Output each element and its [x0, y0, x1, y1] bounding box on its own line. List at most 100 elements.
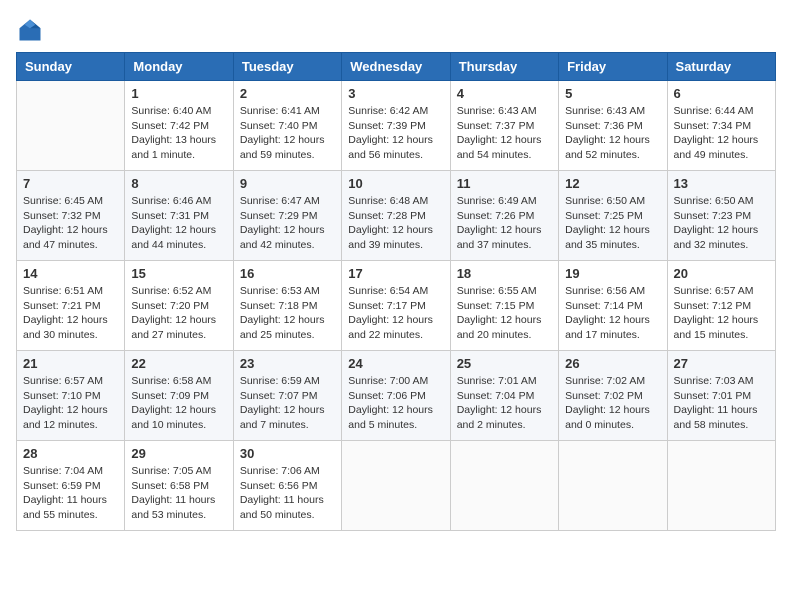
day-info: Sunrise: 6:59 AM Sunset: 7:07 PM Dayligh… [240, 374, 335, 433]
page-header [16, 16, 776, 44]
calendar-cell: 1 Sunrise: 6:40 AM Sunset: 7:42 PM Daylig… [125, 81, 233, 171]
day-info: Sunrise: 6:58 AM Sunset: 7:09 PM Dayligh… [131, 374, 226, 433]
calendar-cell: 28 Sunrise: 7:04 AM Sunset: 6:59 PM Dayli… [17, 441, 125, 531]
week-row-2: 7 Sunrise: 6:45 AM Sunset: 7:32 PM Daylig… [17, 171, 776, 261]
day-number: 21 [23, 356, 118, 371]
calendar-cell: 8Sunrise: 6:46 AM Sunset: 7:31 PM Daylig… [125, 171, 233, 261]
calendar-cell: 2 Sunrise: 6:41 AM Sunset: 7:40 PM Daylig… [233, 81, 341, 171]
calendar-cell [450, 441, 558, 531]
calendar-cell: 4 Sunrise: 6:43 AM Sunset: 7:37 PM Daylig… [450, 81, 558, 171]
weekday-header-monday: Monday [125, 53, 233, 81]
day-number: 18 [457, 266, 552, 281]
calendar-cell: 3 Sunrise: 6:42 AM Sunset: 7:39 PM Daylig… [342, 81, 450, 171]
day-info: Sunrise: 7:04 AM Sunset: 6:59 PM Dayligh… [23, 464, 118, 523]
day-number: 7 [23, 176, 118, 191]
week-row-1: 1 Sunrise: 6:40 AM Sunset: 7:42 PM Daylig… [17, 81, 776, 171]
day-number: 2 [240, 86, 335, 101]
day-number: 3 [348, 86, 443, 101]
day-number: 6 [674, 86, 769, 101]
day-number: 15 [131, 266, 226, 281]
calendar-cell: 12Sunrise: 6:50 AM Sunset: 7:25 PM Dayli… [559, 171, 667, 261]
day-number: 17 [348, 266, 443, 281]
calendar-cell [342, 441, 450, 531]
day-number: 29 [131, 446, 226, 461]
calendar-cell: 11 Sunrise: 6:49 AM Sunset: 7:26 PM Dayli… [450, 171, 558, 261]
day-number: 10 [348, 176, 443, 191]
day-number: 22 [131, 356, 226, 371]
day-number: 1 [131, 86, 226, 101]
day-number: 24 [348, 356, 443, 371]
day-info: Sunrise: 7:02 AM Sunset: 7:02 PM Dayligh… [565, 374, 660, 433]
calendar-cell: 24 Sunrise: 7:00 AM Sunset: 7:06 PM Dayli… [342, 351, 450, 441]
calendar-cell: 7 Sunrise: 6:45 AM Sunset: 7:32 PM Daylig… [17, 171, 125, 261]
calendar-cell: 13 Sunrise: 6:50 AM Sunset: 7:23 PM Dayli… [667, 171, 775, 261]
week-row-5: 28 Sunrise: 7:04 AM Sunset: 6:59 PM Dayli… [17, 441, 776, 531]
day-number: 4 [457, 86, 552, 101]
calendar-cell: 21 Sunrise: 6:57 AM Sunset: 7:10 PM Dayli… [17, 351, 125, 441]
day-number: 25 [457, 356, 552, 371]
day-number: 11 [457, 176, 552, 191]
day-info: Sunrise: 7:01 AM Sunset: 7:04 PM Dayligh… [457, 374, 552, 433]
day-number: 20 [674, 266, 769, 281]
day-number: 8 [131, 176, 226, 191]
logo-icon [16, 16, 44, 44]
day-number: 28 [23, 446, 118, 461]
calendar-cell: 18 Sunrise: 6:55 AM Sunset: 7:15 PM Dayli… [450, 261, 558, 351]
day-number: 19 [565, 266, 660, 281]
day-info: Sunrise: 6:42 AM Sunset: 7:39 PM Dayligh… [348, 104, 443, 163]
day-info: Sunrise: 6:56 AM Sunset: 7:14 PM Dayligh… [565, 284, 660, 343]
calendar-cell: 19 Sunrise: 6:56 AM Sunset: 7:14 PM Dayli… [559, 261, 667, 351]
week-row-4: 21 Sunrise: 6:57 AM Sunset: 7:10 PM Dayli… [17, 351, 776, 441]
calendar-cell: 23 Sunrise: 6:59 AM Sunset: 7:07 PM Dayli… [233, 351, 341, 441]
day-info: Sunrise: 6:54 AM Sunset: 7:17 PM Dayligh… [348, 284, 443, 343]
day-number: 27 [674, 356, 769, 371]
day-info: Sunrise: 6:52 AM Sunset: 7:20 PM Dayligh… [131, 284, 226, 343]
day-info: Sunrise: 6:43 AM Sunset: 7:36 PM Dayligh… [565, 104, 660, 163]
day-info: Sunrise: 6:44 AM Sunset: 7:34 PM Dayligh… [674, 104, 769, 163]
weekday-header-friday: Friday [559, 53, 667, 81]
day-info: Sunrise: 6:49 AM Sunset: 7:26 PM Dayligh… [457, 194, 552, 253]
calendar-cell: 10 Sunrise: 6:48 AM Sunset: 7:28 PM Dayli… [342, 171, 450, 261]
day-number: 16 [240, 266, 335, 281]
day-info: Sunrise: 6:50 AM Sunset: 7:23 PM Dayligh… [674, 194, 769, 253]
day-info: Sunrise: 6:51 AM Sunset: 7:21 PM Dayligh… [23, 284, 118, 343]
weekday-header-row: SundayMondayTuesdayWednesdayThursdayFrid… [17, 53, 776, 81]
day-info: Sunrise: 6:57 AM Sunset: 7:10 PM Dayligh… [23, 374, 118, 433]
day-number: 13 [674, 176, 769, 191]
day-info: Sunrise: 6:48 AM Sunset: 7:28 PM Dayligh… [348, 194, 443, 253]
day-info: Sunrise: 6:57 AM Sunset: 7:12 PM Dayligh… [674, 284, 769, 343]
day-info: Sunrise: 6:43 AM Sunset: 7:37 PM Dayligh… [457, 104, 552, 163]
calendar-cell: 27 Sunrise: 7:03 AM Sunset: 7:01 PM Dayli… [667, 351, 775, 441]
day-info: Sunrise: 7:05 AM Sunset: 6:58 PM Dayligh… [131, 464, 226, 523]
logo [16, 16, 46, 44]
week-row-3: 14 Sunrise: 6:51 AM Sunset: 7:21 PM Dayli… [17, 261, 776, 351]
calendar-table: SundayMondayTuesdayWednesdayThursdayFrid… [16, 52, 776, 531]
calendar-cell: 17 Sunrise: 6:54 AM Sunset: 7:17 PM Dayli… [342, 261, 450, 351]
day-number: 30 [240, 446, 335, 461]
day-info: Sunrise: 7:00 AM Sunset: 7:06 PM Dayligh… [348, 374, 443, 433]
weekday-header-tuesday: Tuesday [233, 53, 341, 81]
day-number: 23 [240, 356, 335, 371]
day-info: Sunrise: 7:03 AM Sunset: 7:01 PM Dayligh… [674, 374, 769, 433]
day-info: Sunrise: 6:53 AM Sunset: 7:18 PM Dayligh… [240, 284, 335, 343]
day-number: 26 [565, 356, 660, 371]
calendar-cell: 29 Sunrise: 7:05 AM Sunset: 6:58 PM Dayli… [125, 441, 233, 531]
calendar-cell: 15 Sunrise: 6:52 AM Sunset: 7:20 PM Dayli… [125, 261, 233, 351]
day-number: 9 [240, 176, 335, 191]
calendar-cell: 20 Sunrise: 6:57 AM Sunset: 7:12 PM Dayli… [667, 261, 775, 351]
calendar-cell: 5 Sunrise: 6:43 AM Sunset: 7:36 PM Daylig… [559, 81, 667, 171]
calendar-cell: 22 Sunrise: 6:58 AM Sunset: 7:09 PM Dayli… [125, 351, 233, 441]
calendar-cell: 25 Sunrise: 7:01 AM Sunset: 7:04 PM Dayli… [450, 351, 558, 441]
calendar-cell [17, 81, 125, 171]
weekday-header-saturday: Saturday [667, 53, 775, 81]
day-info: Sunrise: 6:40 AM Sunset: 7:42 PM Dayligh… [131, 104, 226, 163]
day-info: Sunrise: 6:45 AM Sunset: 7:32 PM Dayligh… [23, 194, 118, 253]
day-number: 14 [23, 266, 118, 281]
weekday-header-wednesday: Wednesday [342, 53, 450, 81]
calendar-cell: 16 Sunrise: 6:53 AM Sunset: 7:18 PM Dayli… [233, 261, 341, 351]
day-info: Sunrise: 6:55 AM Sunset: 7:15 PM Dayligh… [457, 284, 552, 343]
calendar-cell: 6 Sunrise: 6:44 AM Sunset: 7:34 PM Daylig… [667, 81, 775, 171]
day-number: 5 [565, 86, 660, 101]
day-info: Sunrise: 6:41 AM Sunset: 7:40 PM Dayligh… [240, 104, 335, 163]
day-number: 12 [565, 176, 660, 191]
